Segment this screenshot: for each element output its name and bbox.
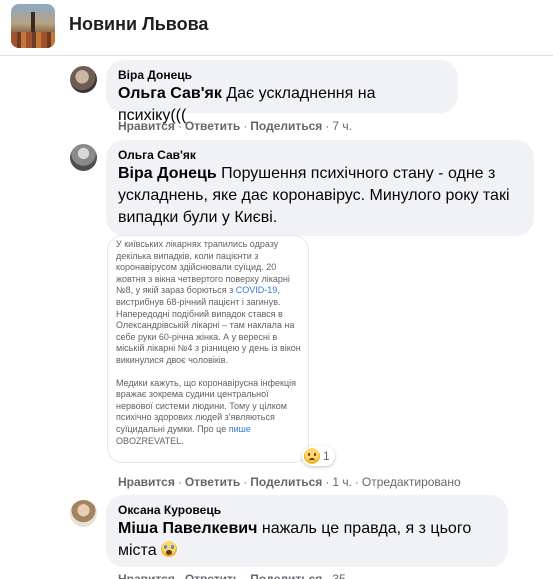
mention-link[interactable]: Віра Донець xyxy=(118,165,217,182)
reply-button[interactable]: Ответить xyxy=(185,119,240,133)
image-link: COVID-19 xyxy=(235,285,278,296)
group-avatar[interactable] xyxy=(11,4,55,48)
reaction-count-badge[interactable]: 1 xyxy=(302,446,335,466)
comment-actions: Нравится · Ответить · Поделиться · 35 xyxy=(118,571,346,579)
comment-bubble: Оксана Куровець Міша Павелкевич нажаль ц… xyxy=(106,495,508,567)
crying-emoji-icon xyxy=(161,541,178,557)
like-button[interactable]: Нравится xyxy=(118,475,175,489)
mention-link[interactable]: Міша Павелкевич xyxy=(118,520,257,537)
avatar[interactable] xyxy=(70,66,97,93)
separator: · xyxy=(177,475,182,489)
town-hall-tower xyxy=(31,12,35,34)
mention-link[interactable]: Ольга Сав'як xyxy=(118,85,222,102)
image-link: пише xyxy=(228,423,251,434)
comment-time[interactable]: 35 xyxy=(332,572,345,579)
comment-bubble: Віра Донець Ольга Сав'як Дає ускладнення… xyxy=(106,60,458,124)
group-header: Новини Львова xyxy=(0,0,553,56)
reply-button[interactable]: Ответить xyxy=(185,572,240,579)
image-paragraph: Медики кажуть, що коронавірусна інфекція… xyxy=(116,378,304,448)
edited-label[interactable]: Отредактировано xyxy=(362,475,461,489)
separator: · xyxy=(354,475,359,489)
comment-bubble: Ольга Сав'як Віра Донець Порушення психі… xyxy=(106,140,534,236)
reply-button[interactable]: Ответить xyxy=(185,475,240,489)
comment-author[interactable]: Ольга Сав'як xyxy=(118,147,522,163)
image-paragraph: У київських лікарнях трапились одразу де… xyxy=(116,239,304,367)
separator: · xyxy=(177,572,182,579)
comment-actions: Нравится · Ответить · Поделиться · 7 ч. xyxy=(118,118,352,134)
image-text-part: , вистрибнув 68-річний пацієнт і загинув… xyxy=(116,285,301,365)
separator: · xyxy=(243,572,248,579)
comment-actions: Нравится · Ответить · Поделиться · 1 ч. · Отреда… xyxy=(118,474,461,490)
image-text-part: OBOZREVATEL. xyxy=(116,435,184,446)
image-text-part: Медики кажуть, що коронавірусна інфекція… xyxy=(116,377,296,434)
city-roofs xyxy=(11,32,55,48)
separator: · xyxy=(325,572,330,579)
like-button[interactable]: Нравится xyxy=(118,119,175,133)
separator: · xyxy=(325,119,330,133)
share-button[interactable]: Поделиться xyxy=(250,119,322,133)
avatar[interactable] xyxy=(70,500,97,527)
group-title[interactable]: Новини Львова xyxy=(69,14,208,35)
comment-author[interactable]: Оксана Куровець xyxy=(118,502,496,518)
separator: · xyxy=(325,475,330,489)
comment-text: Віра Донець Порушення психічного стану -… xyxy=(118,163,522,229)
separator: · xyxy=(177,119,182,133)
comment-time[interactable]: 7 ч. xyxy=(332,119,352,133)
comment-time[interactable]: 1 ч. xyxy=(332,475,352,489)
sad-emoji-icon xyxy=(304,448,320,464)
image-article-text: У київських лікарнях трапились одразу де… xyxy=(116,239,304,458)
separator: · xyxy=(243,475,248,489)
separator: · xyxy=(243,119,248,133)
like-button[interactable]: Нравится xyxy=(118,572,175,579)
comment-author[interactable]: Віра Донець xyxy=(118,67,446,83)
comment-image[interactable]: У київських лікарнях трапились одразу де… xyxy=(107,235,309,463)
reaction-count: 1 xyxy=(323,449,330,463)
share-button[interactable]: Поделиться xyxy=(250,572,322,579)
comment-text: Міша Павелкевич нажаль це правда, я з ць… xyxy=(118,518,496,562)
avatar[interactable] xyxy=(70,144,97,171)
share-button[interactable]: Поделиться xyxy=(250,475,322,489)
